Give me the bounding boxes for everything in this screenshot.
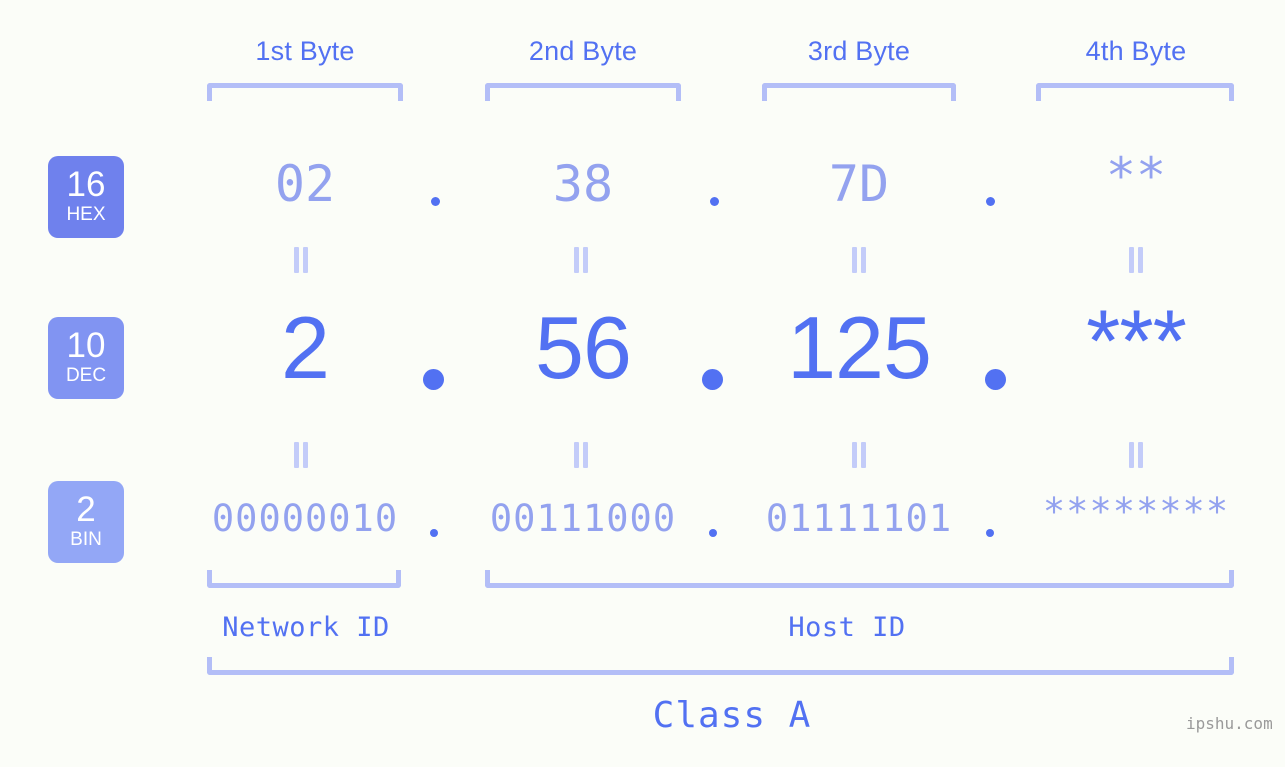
equals-marker-hex-dec-1	[292, 247, 309, 273]
equals-marker-dec-bin-3	[850, 442, 867, 468]
bin-value-byte-3: 01111101	[765, 497, 953, 540]
base-badge-dec-name: DEC	[65, 365, 107, 387]
dec-separator-dot-1	[423, 369, 444, 390]
dec-value-byte-3: 125	[787, 298, 932, 397]
byte-bracket-4	[1036, 83, 1234, 101]
equals-marker-hex-dec-4	[1127, 247, 1144, 273]
byte-label-4: 4th Byte	[1085, 36, 1187, 66]
hex-separator-dot-2	[710, 197, 719, 206]
bin-value-byte-4: ********	[1042, 490, 1230, 533]
host-id-label: Host ID	[788, 612, 906, 643]
hex-value-byte-1: 02	[274, 155, 336, 213]
hex-value-byte-3: 7D	[828, 155, 890, 213]
bin-separator-dot-3	[986, 529, 994, 537]
byte-bracket-3	[762, 83, 956, 101]
equals-marker-dec-bin-2	[572, 442, 589, 468]
byte-label-2: 2nd Byte	[528, 36, 638, 66]
base-badge-hex-number: 16	[66, 164, 106, 204]
base-badge-bin-number: 2	[76, 489, 96, 529]
base-badge-hex: 16 HEX	[48, 156, 124, 238]
host-id-bracket	[485, 570, 1234, 588]
hex-separator-dot-3	[986, 197, 995, 206]
dec-separator-dot-3	[985, 369, 1006, 390]
equals-marker-hex-dec-3	[850, 247, 867, 273]
network-id-bracket	[207, 570, 401, 588]
dec-separator-dot-2	[702, 369, 723, 390]
hex-value-byte-4: **	[1105, 147, 1167, 205]
bin-separator-dot-1	[430, 529, 438, 537]
dec-value-byte-2: 56	[535, 298, 632, 397]
bin-value-byte-1: 00000010	[211, 497, 399, 540]
network-id-label: Network ID	[222, 612, 390, 643]
bin-separator-dot-2	[709, 529, 717, 537]
byte-bracket-1	[207, 83, 403, 101]
class-label: Class A	[652, 695, 812, 736]
dec-value-byte-1: 2	[281, 298, 330, 397]
bin-value-byte-2: 00111000	[489, 497, 677, 540]
hex-separator-dot-1	[431, 197, 440, 206]
equals-marker-dec-bin-4	[1127, 442, 1144, 468]
ip-breakdown-diagram: 1st Byte 2nd Byte 3rd Byte 4th Byte 16 H…	[0, 0, 1285, 767]
byte-label-1: 1st Byte	[255, 36, 355, 66]
base-badge-hex-name: HEX	[66, 204, 106, 226]
class-bracket	[207, 657, 1234, 675]
equals-marker-dec-bin-1	[292, 442, 309, 468]
byte-bracket-2	[485, 83, 681, 101]
base-badge-bin-name: BIN	[70, 529, 102, 551]
base-badge-bin: 2 BIN	[48, 481, 124, 563]
base-badge-dec-number: 10	[66, 325, 106, 365]
byte-label-3: 3rd Byte	[807, 36, 911, 66]
hex-value-byte-2: 38	[552, 155, 614, 213]
base-badge-dec: 10 DEC	[48, 317, 124, 399]
equals-marker-hex-dec-2	[572, 247, 589, 273]
watermark: ipshu.com	[1186, 714, 1273, 733]
dec-value-byte-4: ***	[1086, 291, 1187, 390]
